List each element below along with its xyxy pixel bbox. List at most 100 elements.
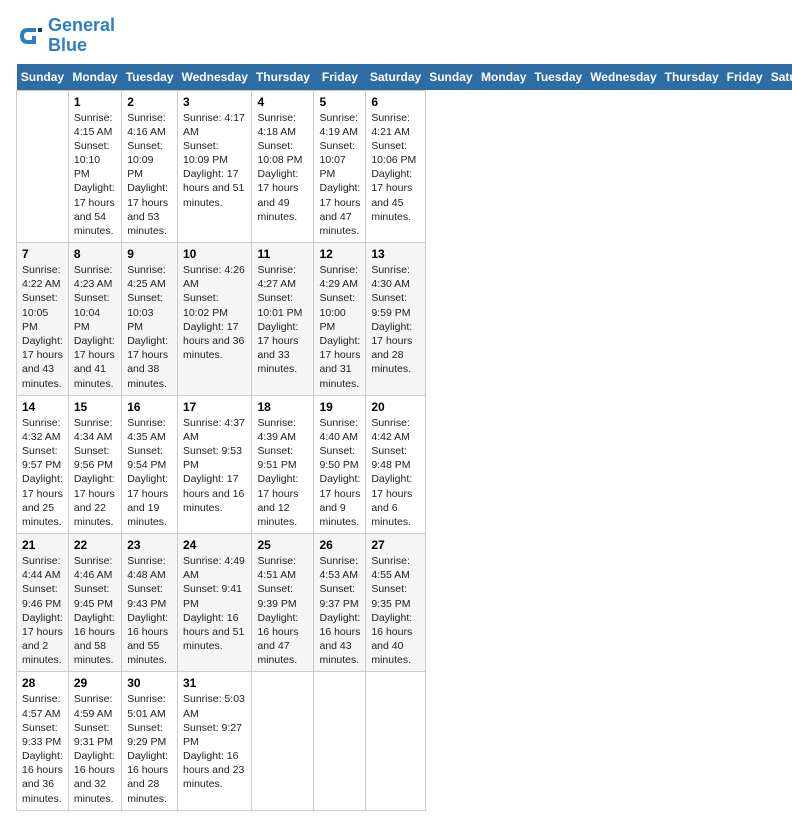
day-header-thursday: Thursday (252, 64, 314, 91)
date-number: 21 (22, 538, 63, 552)
logo-text: General Blue (48, 16, 115, 56)
cell-info: Sunrise: 4:18 AMSunset: 10:08 PMDaylight… (257, 111, 308, 224)
date-number: 17 (183, 400, 246, 414)
cell-info: Sunrise: 4:48 AMSunset: 9:43 PMDaylight:… (127, 554, 172, 667)
calendar-cell: 5 Sunrise: 4:19 AMSunset: 10:07 PMDayligh… (314, 90, 366, 243)
cell-info: Sunrise: 4:16 AMSunset: 10:09 PMDaylight… (127, 111, 172, 239)
date-number: 18 (257, 400, 308, 414)
cell-info: Sunrise: 4:55 AMSunset: 9:35 PMDaylight:… (371, 554, 419, 667)
calendar-cell: 10Sunrise: 4:26 AMSunset: 10:02 PMDaylig… (178, 243, 252, 396)
calendar-cell: 23 Sunrise: 4:48 AMSunset: 9:43 PMDayligh… (122, 534, 178, 672)
date-number: 23 (127, 538, 172, 552)
day-header-monday: Monday (477, 64, 530, 91)
logo: General Blue (16, 16, 115, 56)
calendar-cell: 31 Sunrise: 5:03 AMSunset: 9:27 PMDayligh… (178, 672, 252, 810)
calendar-cell (252, 672, 314, 810)
cell-info: Sunrise: 4:42 AMSunset: 9:48 PMDaylight:… (371, 416, 419, 529)
calendar-cell: 24Sunrise: 4:49 AMSunset: 9:41 PMDayligh… (178, 534, 252, 672)
cell-info: Sunrise: 4:40 AMSunset: 9:50 PMDaylight:… (319, 416, 360, 529)
date-number: 7 (22, 247, 63, 261)
calendar-cell: 17 Sunrise: 4:37 AMSunset: 9:53 PMDayligh… (178, 395, 252, 533)
cell-info: Sunrise: 4:15 AMSunset: 10:10 PMDaylight… (74, 111, 116, 239)
cell-info: Sunrise: 4:44 AMSunset: 9:46 PMDaylight:… (22, 554, 63, 667)
calendar-cell: 19 Sunrise: 4:40 AMSunset: 9:50 PMDayligh… (314, 395, 366, 533)
cell-info: Sunrise: 4:39 AMSunset: 9:51 PMDaylight:… (257, 416, 308, 529)
date-number: 26 (319, 538, 360, 552)
cell-info: Sunrise: 4:22 AMSunset: 10:05 PMDaylight… (22, 263, 63, 391)
day-header-tuesday: Tuesday (530, 64, 586, 91)
date-number: 9 (127, 247, 172, 261)
calendar-cell: 12Sunrise: 4:29 AMSunset: 10:00 PMDaylig… (314, 243, 366, 396)
cell-info: Sunrise: 4:19 AMSunset: 10:07 PMDaylight… (319, 111, 360, 239)
cell-info: Sunrise: 4:51 AMSunset: 9:39 PMDaylight:… (257, 554, 308, 667)
date-number: 30 (127, 676, 172, 690)
logo-icon (16, 22, 44, 50)
cell-info: Sunrise: 5:03 AMSunset: 9:27 PMDaylight:… (183, 692, 246, 791)
calendar-week-5: 28Sunrise: 4:57 AMSunset: 9:33 PMDayligh… (17, 672, 792, 810)
date-number: 25 (257, 538, 308, 552)
date-number: 5 (319, 95, 360, 109)
calendar-cell: 3 Sunrise: 4:17 AMSunset: 10:09 PMDayligh… (178, 90, 252, 243)
calendar-cell: 22Sunrise: 4:46 AMSunset: 9:45 PMDayligh… (68, 534, 121, 672)
calendar-cell: 25 Sunrise: 4:51 AMSunset: 9:39 PMDayligh… (252, 534, 314, 672)
date-number: 20 (371, 400, 419, 414)
cell-info: Sunrise: 4:27 AMSunset: 10:01 PMDaylight… (257, 263, 308, 376)
calendar-cell: 29 Sunrise: 4:59 AMSunset: 9:31 PMDayligh… (68, 672, 121, 810)
date-number: 13 (371, 247, 419, 261)
date-number: 8 (74, 247, 116, 261)
day-header-tuesday: Tuesday (122, 64, 178, 91)
date-number: 2 (127, 95, 172, 109)
day-header-wednesday: Wednesday (586, 64, 660, 91)
calendar-week-3: 14 Sunrise: 4:32 AMSunset: 9:57 PMDayligh… (17, 395, 792, 533)
calendar-cell (17, 90, 69, 243)
date-number: 11 (257, 247, 308, 261)
date-number: 3 (183, 95, 246, 109)
calendar-cell: 4 Sunrise: 4:18 AMSunset: 10:08 PMDayligh… (252, 90, 314, 243)
calendar-cell: 26 Sunrise: 4:53 AMSunset: 9:37 PMDayligh… (314, 534, 366, 672)
date-number: 1 (74, 95, 116, 109)
cell-info: Sunrise: 4:32 AMSunset: 9:57 PMDaylight:… (22, 416, 63, 529)
calendar-week-2: 7 Sunrise: 4:22 AMSunset: 10:05 PMDayligh… (17, 243, 792, 396)
cell-info: Sunrise: 4:23 AMSunset: 10:04 PMDaylight… (74, 263, 116, 391)
calendar-cell: 21 Sunrise: 4:44 AMSunset: 9:46 PMDayligh… (17, 534, 69, 672)
date-number: 24 (183, 538, 246, 552)
day-header-thursday: Thursday (661, 64, 723, 91)
cell-info: Sunrise: 4:53 AMSunset: 9:37 PMDaylight:… (319, 554, 360, 667)
day-header-sunday: Sunday (425, 64, 477, 91)
calendar-cell (366, 672, 425, 810)
day-header-monday: Monday (68, 64, 121, 91)
cell-info: Sunrise: 4:37 AMSunset: 9:53 PMDaylight:… (183, 416, 246, 515)
date-number: 29 (74, 676, 116, 690)
cell-info: Sunrise: 4:25 AMSunset: 10:03 PMDaylight… (127, 263, 172, 391)
date-number: 14 (22, 400, 63, 414)
header-row: SundayMondayTuesdayWednesdayThursdayFrid… (17, 64, 792, 91)
day-header-friday: Friday (723, 64, 767, 91)
calendar-week-1: 1 Sunrise: 4:15 AMSunset: 10:10 PMDayligh… (17, 90, 792, 243)
cell-info: Sunrise: 4:34 AMSunset: 9:56 PMDaylight:… (74, 416, 116, 529)
calendar-cell: 30Sunrise: 5:01 AMSunset: 9:29 PMDayligh… (122, 672, 178, 810)
cell-info: Sunrise: 4:26 AMSunset: 10:02 PMDaylight… (183, 263, 246, 362)
calendar-cell: 6Sunrise: 4:21 AMSunset: 10:06 PMDayligh… (366, 90, 425, 243)
calendar-cell: 13Sunrise: 4:30 AMSunset: 9:59 PMDayligh… (366, 243, 425, 396)
cell-info: Sunrise: 4:57 AMSunset: 9:33 PMDaylight:… (22, 692, 63, 805)
calendar-week-4: 21 Sunrise: 4:44 AMSunset: 9:46 PMDayligh… (17, 534, 792, 672)
calendar-cell: 28Sunrise: 4:57 AMSunset: 9:33 PMDayligh… (17, 672, 69, 810)
calendar-cell: 20 Sunrise: 4:42 AMSunset: 9:48 PMDayligh… (366, 395, 425, 533)
day-header-wednesday: Wednesday (178, 64, 252, 91)
calendar-cell: 16 Sunrise: 4:35 AMSunset: 9:54 PMDayligh… (122, 395, 178, 533)
date-number: 16 (127, 400, 172, 414)
date-number: 19 (319, 400, 360, 414)
cell-info: Sunrise: 4:17 AMSunset: 10:09 PMDaylight… (183, 111, 246, 210)
calendar-cell: 18 Sunrise: 4:39 AMSunset: 9:51 PMDayligh… (252, 395, 314, 533)
cell-info: Sunrise: 4:35 AMSunset: 9:54 PMDaylight:… (127, 416, 172, 529)
calendar-table: SundayMondayTuesdayWednesdayThursdayFrid… (16, 64, 792, 811)
date-number: 27 (371, 538, 419, 552)
calendar-cell: 7 Sunrise: 4:22 AMSunset: 10:05 PMDayligh… (17, 243, 69, 396)
date-number: 31 (183, 676, 246, 690)
calendar-cell: 27 Sunrise: 4:55 AMSunset: 9:35 PMDayligh… (366, 534, 425, 672)
cell-info: Sunrise: 4:29 AMSunset: 10:00 PMDaylight… (319, 263, 360, 391)
cell-info: Sunrise: 4:46 AMSunset: 9:45 PMDaylight:… (74, 554, 116, 667)
day-header-sunday: Sunday (17, 64, 69, 91)
date-number: 4 (257, 95, 308, 109)
cell-info: Sunrise: 4:59 AMSunset: 9:31 PMDaylight:… (74, 692, 116, 805)
